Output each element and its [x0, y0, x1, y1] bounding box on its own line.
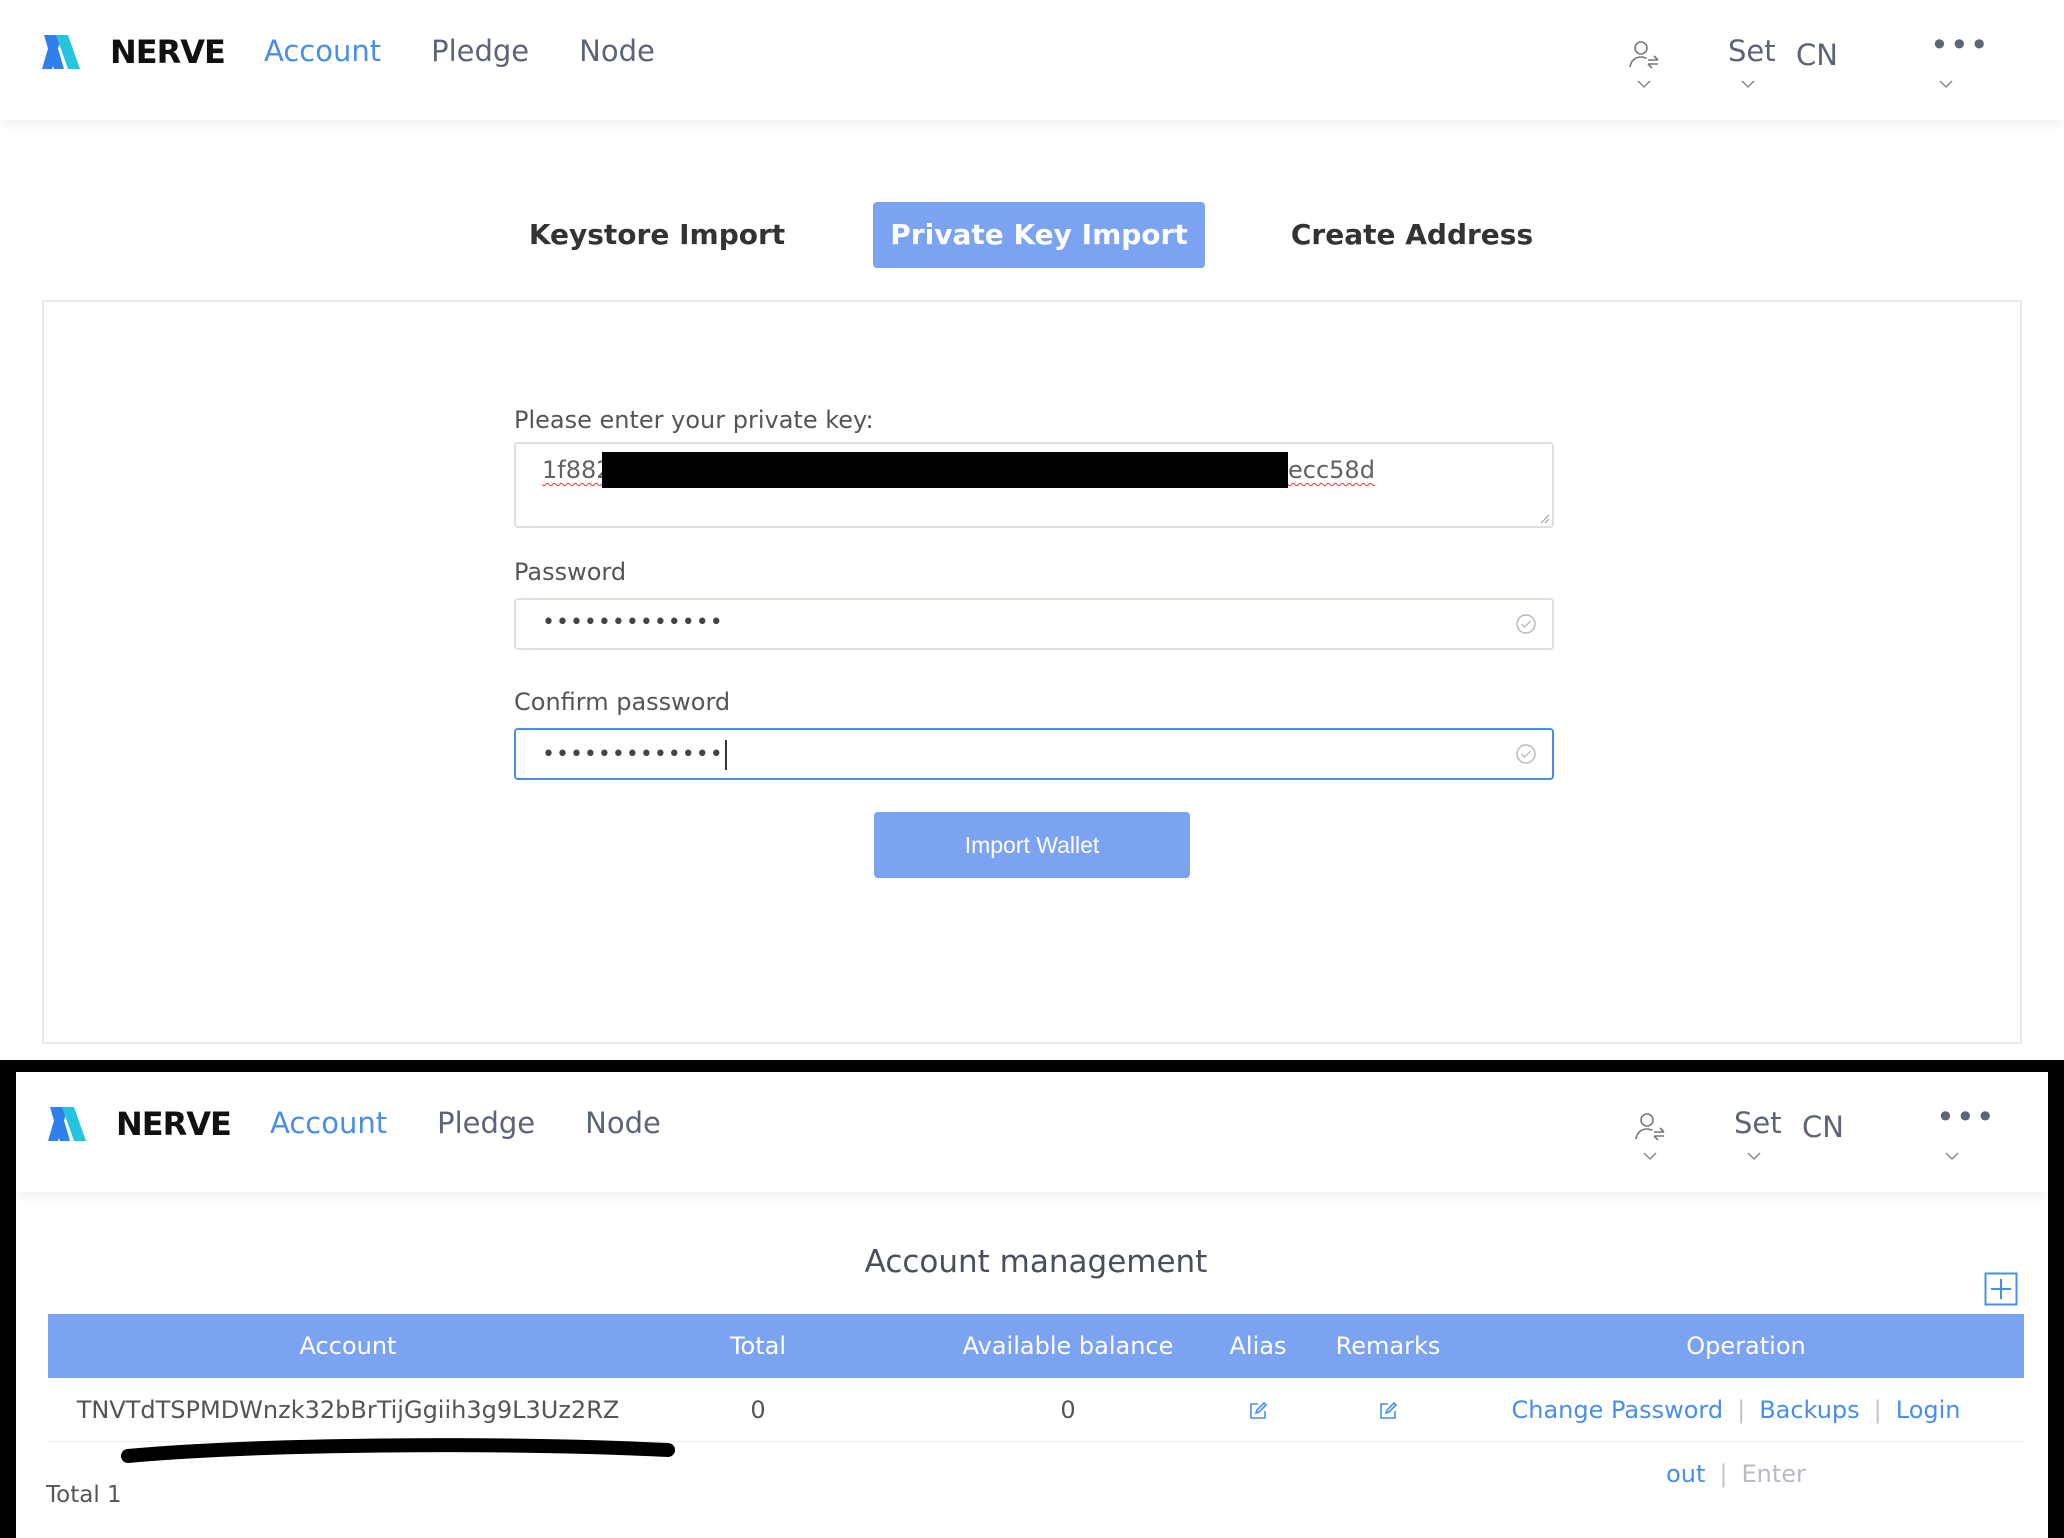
set-caret-icon[interactable] — [1746, 1148, 1762, 1164]
import-tabs: Keystore Import Private Key Import Creat… — [0, 202, 2064, 268]
nerve-logo-icon — [42, 35, 80, 69]
private-key-label: Please enter your private key: — [514, 406, 874, 434]
nerve-logo[interactable]: NERVE — [42, 32, 226, 72]
private-key-value-end: ecc58d — [1288, 456, 1375, 484]
password-label: Password — [514, 558, 627, 586]
check-circle-icon — [1516, 744, 1536, 764]
nav-pledge[interactable]: Pledge — [431, 34, 529, 68]
table-header: Account Total Available balance Alias Re… — [48, 1314, 2024, 1378]
confirm-password-value-wrap: ••••••••••••• — [542, 740, 727, 770]
text-cursor — [724, 740, 727, 770]
tab-create-address[interactable]: Create Address — [1284, 202, 1540, 268]
tab-keystore-import[interactable]: Keystore Import — [520, 202, 794, 268]
operations-cell: Change Password | Backups | Login out | Enter — [1448, 1378, 2024, 1488]
user-caret-icon[interactable] — [1636, 76, 1652, 92]
handwritten-underline-mark — [121, 1438, 675, 1463]
nav-set[interactable]: Set — [1734, 1106, 1782, 1140]
separator: | — [1737, 1396, 1746, 1424]
nerve-logo-icon — [48, 1107, 86, 1141]
nav-node[interactable]: Node — [585, 1106, 661, 1140]
user-switch-icon[interactable] — [1634, 1110, 1666, 1149]
more-dots-icon[interactable]: ••• — [1930, 26, 1990, 64]
col-total: Total — [729, 1332, 787, 1360]
col-operation: Operation — [1686, 1332, 1806, 1360]
top-navbar: NERVE Account Pledge Node Set CN ••• — [0, 0, 2064, 120]
backups-link[interactable]: Backups — [1759, 1396, 1859, 1424]
top-navbar: NERVE Account Pledge Node Set CN ••• — [16, 1072, 2048, 1192]
confirm-password-input[interactable]: ••••••••••••• — [514, 728, 1554, 780]
nerve-logo[interactable]: NERVE — [48, 1104, 232, 1144]
nav-node[interactable]: Node — [579, 34, 655, 68]
total-count: Total 1 — [46, 1482, 122, 1508]
resize-handle-icon[interactable] — [1538, 512, 1550, 524]
edit-remarks-icon[interactable] — [1318, 1378, 1458, 1442]
nav-pledge[interactable]: Pledge — [437, 1106, 535, 1140]
confirm-password-value: ••••••••••••• — [542, 742, 724, 767]
col-available-balance: Available balance — [962, 1332, 1174, 1360]
brand-name: NERVE — [116, 1105, 232, 1143]
col-remarks: Remarks — [1335, 1332, 1441, 1360]
set-caret-icon[interactable] — [1740, 76, 1756, 92]
enter-link[interactable]: Enter — [1741, 1460, 1805, 1488]
user-switch-icon[interactable] — [1628, 38, 1660, 77]
col-account: Account — [299, 1332, 397, 1360]
edit-alias-icon[interactable] — [1208, 1378, 1308, 1442]
nav-account[interactable]: Account — [264, 34, 381, 68]
import-form-panel: Please enter your private key: 1f882 ecc… — [42, 300, 2022, 1044]
password-value: ••••••••••••• — [542, 610, 724, 635]
table-row: TNVTdTSPMDWnzk32bBrTijGgiih3g9L3Uz2RZ 0 … — [48, 1378, 2024, 1488]
account-available: 0 — [1060, 1396, 1076, 1424]
import-wallet-button[interactable]: Import Wallet — [874, 812, 1190, 878]
nav-language[interactable]: CN — [1796, 38, 1838, 72]
separator: | — [1873, 1396, 1882, 1424]
account-address: TNVTdTSPMDWnzk32bBrTijGgiih3g9L3Uz2RZ — [76, 1396, 620, 1424]
more-caret-icon[interactable] — [1938, 76, 1954, 92]
accounts-table: Account Total Available balance Alias Re… — [48, 1314, 2024, 1488]
account-total: 0 — [750, 1396, 766, 1424]
more-caret-icon[interactable] — [1944, 1148, 1960, 1164]
redaction-block — [602, 452, 1288, 488]
brand-name: NERVE — [110, 33, 226, 71]
tab-private-key-import[interactable]: Private Key Import — [873, 202, 1205, 268]
user-caret-icon[interactable] — [1642, 1148, 1658, 1164]
private-key-input[interactable]: 1f882 ecc58d — [514, 442, 1554, 528]
page-title: Account management — [864, 1244, 1208, 1280]
account-management-screen: NERVE Account Pledge Node Set CN ••• Acc… — [16, 1072, 2048, 1538]
nav-language[interactable]: CN — [1802, 1110, 1844, 1144]
separator: | — [1719, 1460, 1728, 1488]
nav-account[interactable]: Account — [270, 1106, 387, 1140]
check-circle-icon — [1516, 614, 1536, 634]
more-dots-icon[interactable]: ••• — [1936, 1098, 1996, 1136]
col-alias: Alias — [1229, 1332, 1287, 1360]
change-password-link[interactable]: Change Password — [1511, 1396, 1723, 1424]
confirm-password-label: Confirm password — [514, 688, 731, 716]
import-screen: NERVE Account Pledge Node Set CN ••• Key… — [0, 0, 2064, 1060]
add-account-icon[interactable] — [1984, 1272, 2018, 1306]
nav-set[interactable]: Set — [1728, 34, 1776, 68]
password-input[interactable]: ••••••••••••• — [514, 598, 1554, 650]
